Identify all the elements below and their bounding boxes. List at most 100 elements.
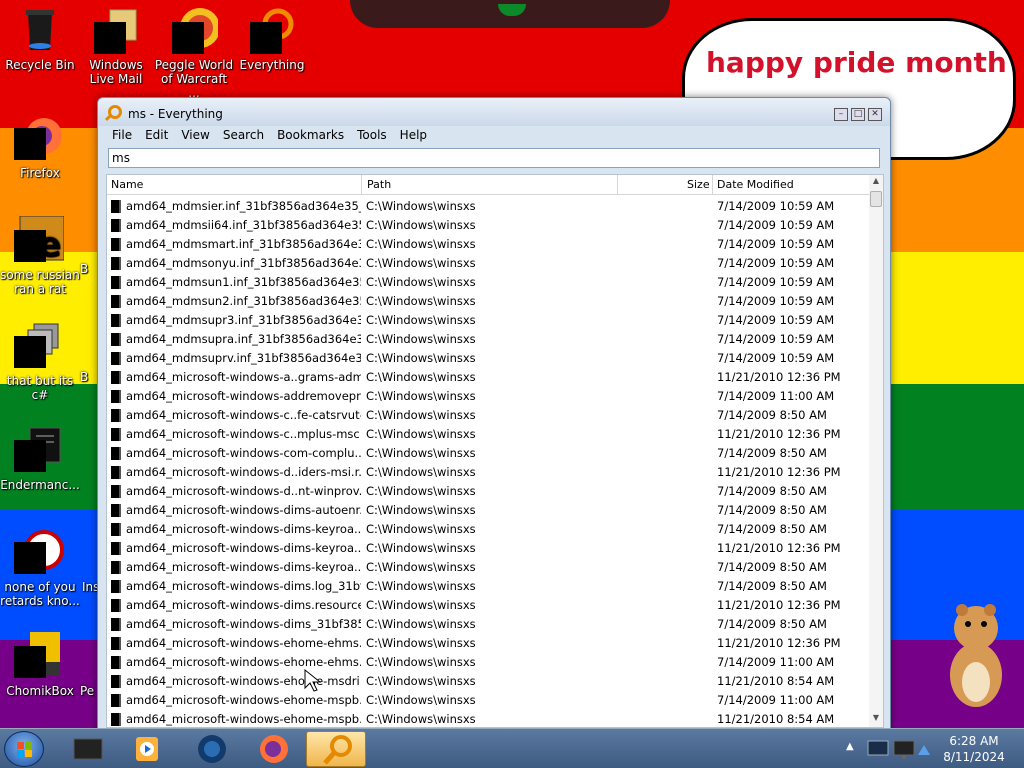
- scroll-down-icon[interactable]: ▼: [871, 713, 881, 722]
- show-hidden-icons-icon[interactable]: ▲: [846, 741, 854, 752]
- taskbar-everything-button[interactable]: [306, 731, 366, 767]
- table-row[interactable]: amd64_microsoft-windows-dims_31bf385... C…: [107, 615, 869, 634]
- table-row[interactable]: amd64_mdmsuprv.inf_31bf3856ad364e35_... C…: [107, 349, 869, 368]
- table-row[interactable]: amd64_mdmsier.inf_31bf3856ad364e35_6....…: [107, 197, 869, 216]
- menu-view[interactable]: View: [175, 128, 216, 144]
- close-button[interactable]: ✕: [868, 108, 882, 121]
- table-row[interactable]: amd64_microsoft-windows-a..grams-adm... C…: [107, 368, 869, 387]
- row-date: 7/14/2009 11:00 AM: [717, 693, 835, 707]
- table-row[interactable]: amd64_microsoft-windows-dims-keyroa... C:…: [107, 558, 869, 577]
- row-date: 7/14/2009 8:50 AM: [717, 560, 827, 574]
- start-button[interactable]: [4, 731, 44, 767]
- table-row[interactable]: amd64_microsoft-windows-dims-autoenr... C…: [107, 501, 869, 520]
- table-row[interactable]: amd64_mdmsupra.inf_31bf3856ad364e35_... C…: [107, 330, 869, 349]
- desktop-icon-recycle-bin[interactable]: Recycle Bin: [0, 6, 80, 72]
- column-header-date-modified[interactable]: Date Modified: [717, 178, 794, 191]
- table-row[interactable]: amd64_microsoft-windows-d..iders-msi.r..…: [107, 463, 869, 482]
- tray-monitor-icon[interactable]: [892, 737, 916, 761]
- table-row[interactable]: amd64_microsoft-windows-ehome-mspb... C:\…: [107, 710, 869, 727]
- menu-bookmarks[interactable]: Bookmarks: [271, 128, 351, 144]
- minimize-button[interactable]: –: [834, 108, 848, 121]
- column-separator[interactable]: [361, 175, 362, 195]
- row-date: 7/14/2009 8:50 AM: [717, 617, 827, 631]
- table-row[interactable]: amd64_microsoft-windows-com-complu... C:\…: [107, 444, 869, 463]
- everything-icon: [248, 6, 296, 54]
- menu-search[interactable]: Search: [217, 128, 271, 144]
- table-row[interactable]: amd64_mdmsupr3.inf_31bf3856ad364e35_... C…: [107, 311, 869, 330]
- row-name: amd64_mdmsun2.inf_31bf3856ad364e35_...: [126, 294, 361, 308]
- table-row[interactable]: amd64_microsoft-windows-c..fe-catsrvut-.…: [107, 406, 869, 425]
- row-name: amd64_microsoft-windows-dims-autoenr...: [126, 503, 361, 517]
- window-title: ms - Everything: [128, 107, 223, 121]
- menu-file[interactable]: File: [106, 128, 139, 144]
- table-row[interactable]: amd64_microsoft-windows-dims-keyroa... C:…: [107, 539, 869, 558]
- table-row[interactable]: amd64_mdmsmart.inf_31bf3856ad364e35_... C…: [107, 235, 869, 254]
- table-row[interactable]: amd64_mdmsonyu.inf_31bf3856ad364e35_... C…: [107, 254, 869, 273]
- row-name: amd64_mdmsonyu.inf_31bf3856ad364e35_...: [126, 256, 361, 270]
- desktop-icon-firefox[interactable]: Firefox: [0, 114, 80, 180]
- scrollbar-thumb[interactable]: [870, 191, 882, 207]
- desktop-icon-label: Peggle World of Warcraft ...: [154, 58, 234, 100]
- taskbar-media-player-button[interactable]: [118, 731, 178, 767]
- table-row[interactable]: amd64_mdmsii64.inf_31bf3856ad364e35_6...…: [107, 216, 869, 235]
- table-row[interactable]: amd64_microsoft-windows-ehome-mspb... C:\…: [107, 691, 869, 710]
- desktop-icon-windows-live-mail[interactable]: Windows Live Mail: [76, 6, 156, 86]
- row-path: C:\Windows\winsxs: [366, 275, 476, 289]
- taskbar-firefox-button[interactable]: [244, 731, 304, 767]
- search-input[interactable]: ms: [108, 148, 880, 168]
- row-path: C:\Windows\winsxs: [366, 218, 476, 232]
- desktop-icon-label: Everything: [239, 58, 305, 72]
- table-row[interactable]: amd64_microsoft-windows-d..nt-winprov...…: [107, 482, 869, 501]
- menu-help[interactable]: Help: [394, 128, 434, 144]
- table-row[interactable]: amd64_mdmsun1.inf_31bf3856ad364e35_... C:…: [107, 273, 869, 292]
- column-header-path[interactable]: Path: [367, 178, 391, 191]
- row-path: C:\Windows\winsxs: [366, 332, 476, 346]
- taskbar-media-center-button[interactable]: [58, 731, 118, 767]
- desktop-icon-label: Recycle Bin: [5, 58, 75, 72]
- column-header-name[interactable]: Name: [111, 178, 143, 191]
- desktop-icon-chomikbox[interactable]: ChomikBox: [0, 632, 80, 698]
- window-titlebar[interactable]: ms - Everything – □ ✕: [98, 98, 890, 126]
- menu-bar: File Edit View Search Bookmarks Tools He…: [106, 128, 434, 144]
- row-path: C:\Windows\winsxs: [366, 237, 476, 251]
- menu-edit[interactable]: Edit: [139, 128, 175, 144]
- desktop-icon-endermanch[interactable]: Endermanc...: [0, 426, 80, 492]
- table-row[interactable]: amd64_microsoft-windows-addremovepr... C:…: [107, 387, 869, 406]
- table-row[interactable]: amd64_mdmsun2.inf_31bf3856ad364e35_... C:…: [107, 292, 869, 311]
- folder-icon: [111, 371, 121, 384]
- column-separator[interactable]: [617, 175, 618, 195]
- row-path: C:\Windows\winsxs: [366, 693, 476, 707]
- folder-icon: [111, 713, 121, 726]
- row-path: C:\Windows\winsxs: [366, 446, 476, 460]
- desktop-icon-everything[interactable]: Everything: [232, 6, 312, 72]
- table-row[interactable]: amd64_microsoft-windows-dims.resource...…: [107, 596, 869, 615]
- app-icon: e: [14, 215, 65, 265]
- folder-icon: [111, 295, 121, 308]
- row-path: C:\Windows\winsxs: [366, 579, 476, 593]
- row-name: amd64_microsoft-windows-dims.log_31bf...: [126, 579, 361, 593]
- desktop-icon-that-but-csharp[interactable]: that but its c#: [0, 322, 80, 402]
- desktop-icon-none-of-you[interactable]: none of you retards kno...: [0, 528, 80, 608]
- desktop-icon-peggle[interactable]: Peggle World of Warcraft ...: [154, 6, 234, 100]
- table-row[interactable]: amd64_microsoft-windows-ehome-ehms... C:\…: [107, 634, 869, 653]
- column-header-size[interactable]: Size: [687, 178, 710, 191]
- taskbar-network-app-button[interactable]: [182, 731, 242, 767]
- folder-icon: [111, 675, 121, 688]
- table-row[interactable]: amd64_microsoft-windows-dims-keyroa... C:…: [107, 520, 869, 539]
- table-row[interactable]: amd64_microsoft-windows-ehome-msdri... C:…: [107, 672, 869, 691]
- tray-app-icon[interactable]: [866, 737, 890, 761]
- table-row[interactable]: amd64_microsoft-windows-ehome-ehms... C:\…: [107, 653, 869, 672]
- desktop-icon-russian-rat[interactable]: e some russian ran a rat: [0, 215, 80, 296]
- trash-icon: [16, 6, 64, 54]
- vertical-scrollbar[interactable]: ▲ ▼: [869, 175, 883, 727]
- clock[interactable]: 6:28 AM 8/11/2024: [930, 733, 1018, 765]
- folder-icon: [111, 466, 121, 479]
- table-row[interactable]: amd64_microsoft-windows-c..mplus-msc... C…: [107, 425, 869, 444]
- row-path: C:\Windows\winsxs: [366, 636, 476, 650]
- row-path: C:\Windows\winsxs: [366, 199, 476, 213]
- column-separator[interactable]: [712, 175, 713, 195]
- menu-tools[interactable]: Tools: [351, 128, 394, 144]
- scroll-up-icon[interactable]: ▲: [871, 176, 881, 185]
- maximize-button[interactable]: □: [851, 108, 865, 121]
- table-row[interactable]: amd64_microsoft-windows-dims.log_31bf...…: [107, 577, 869, 596]
